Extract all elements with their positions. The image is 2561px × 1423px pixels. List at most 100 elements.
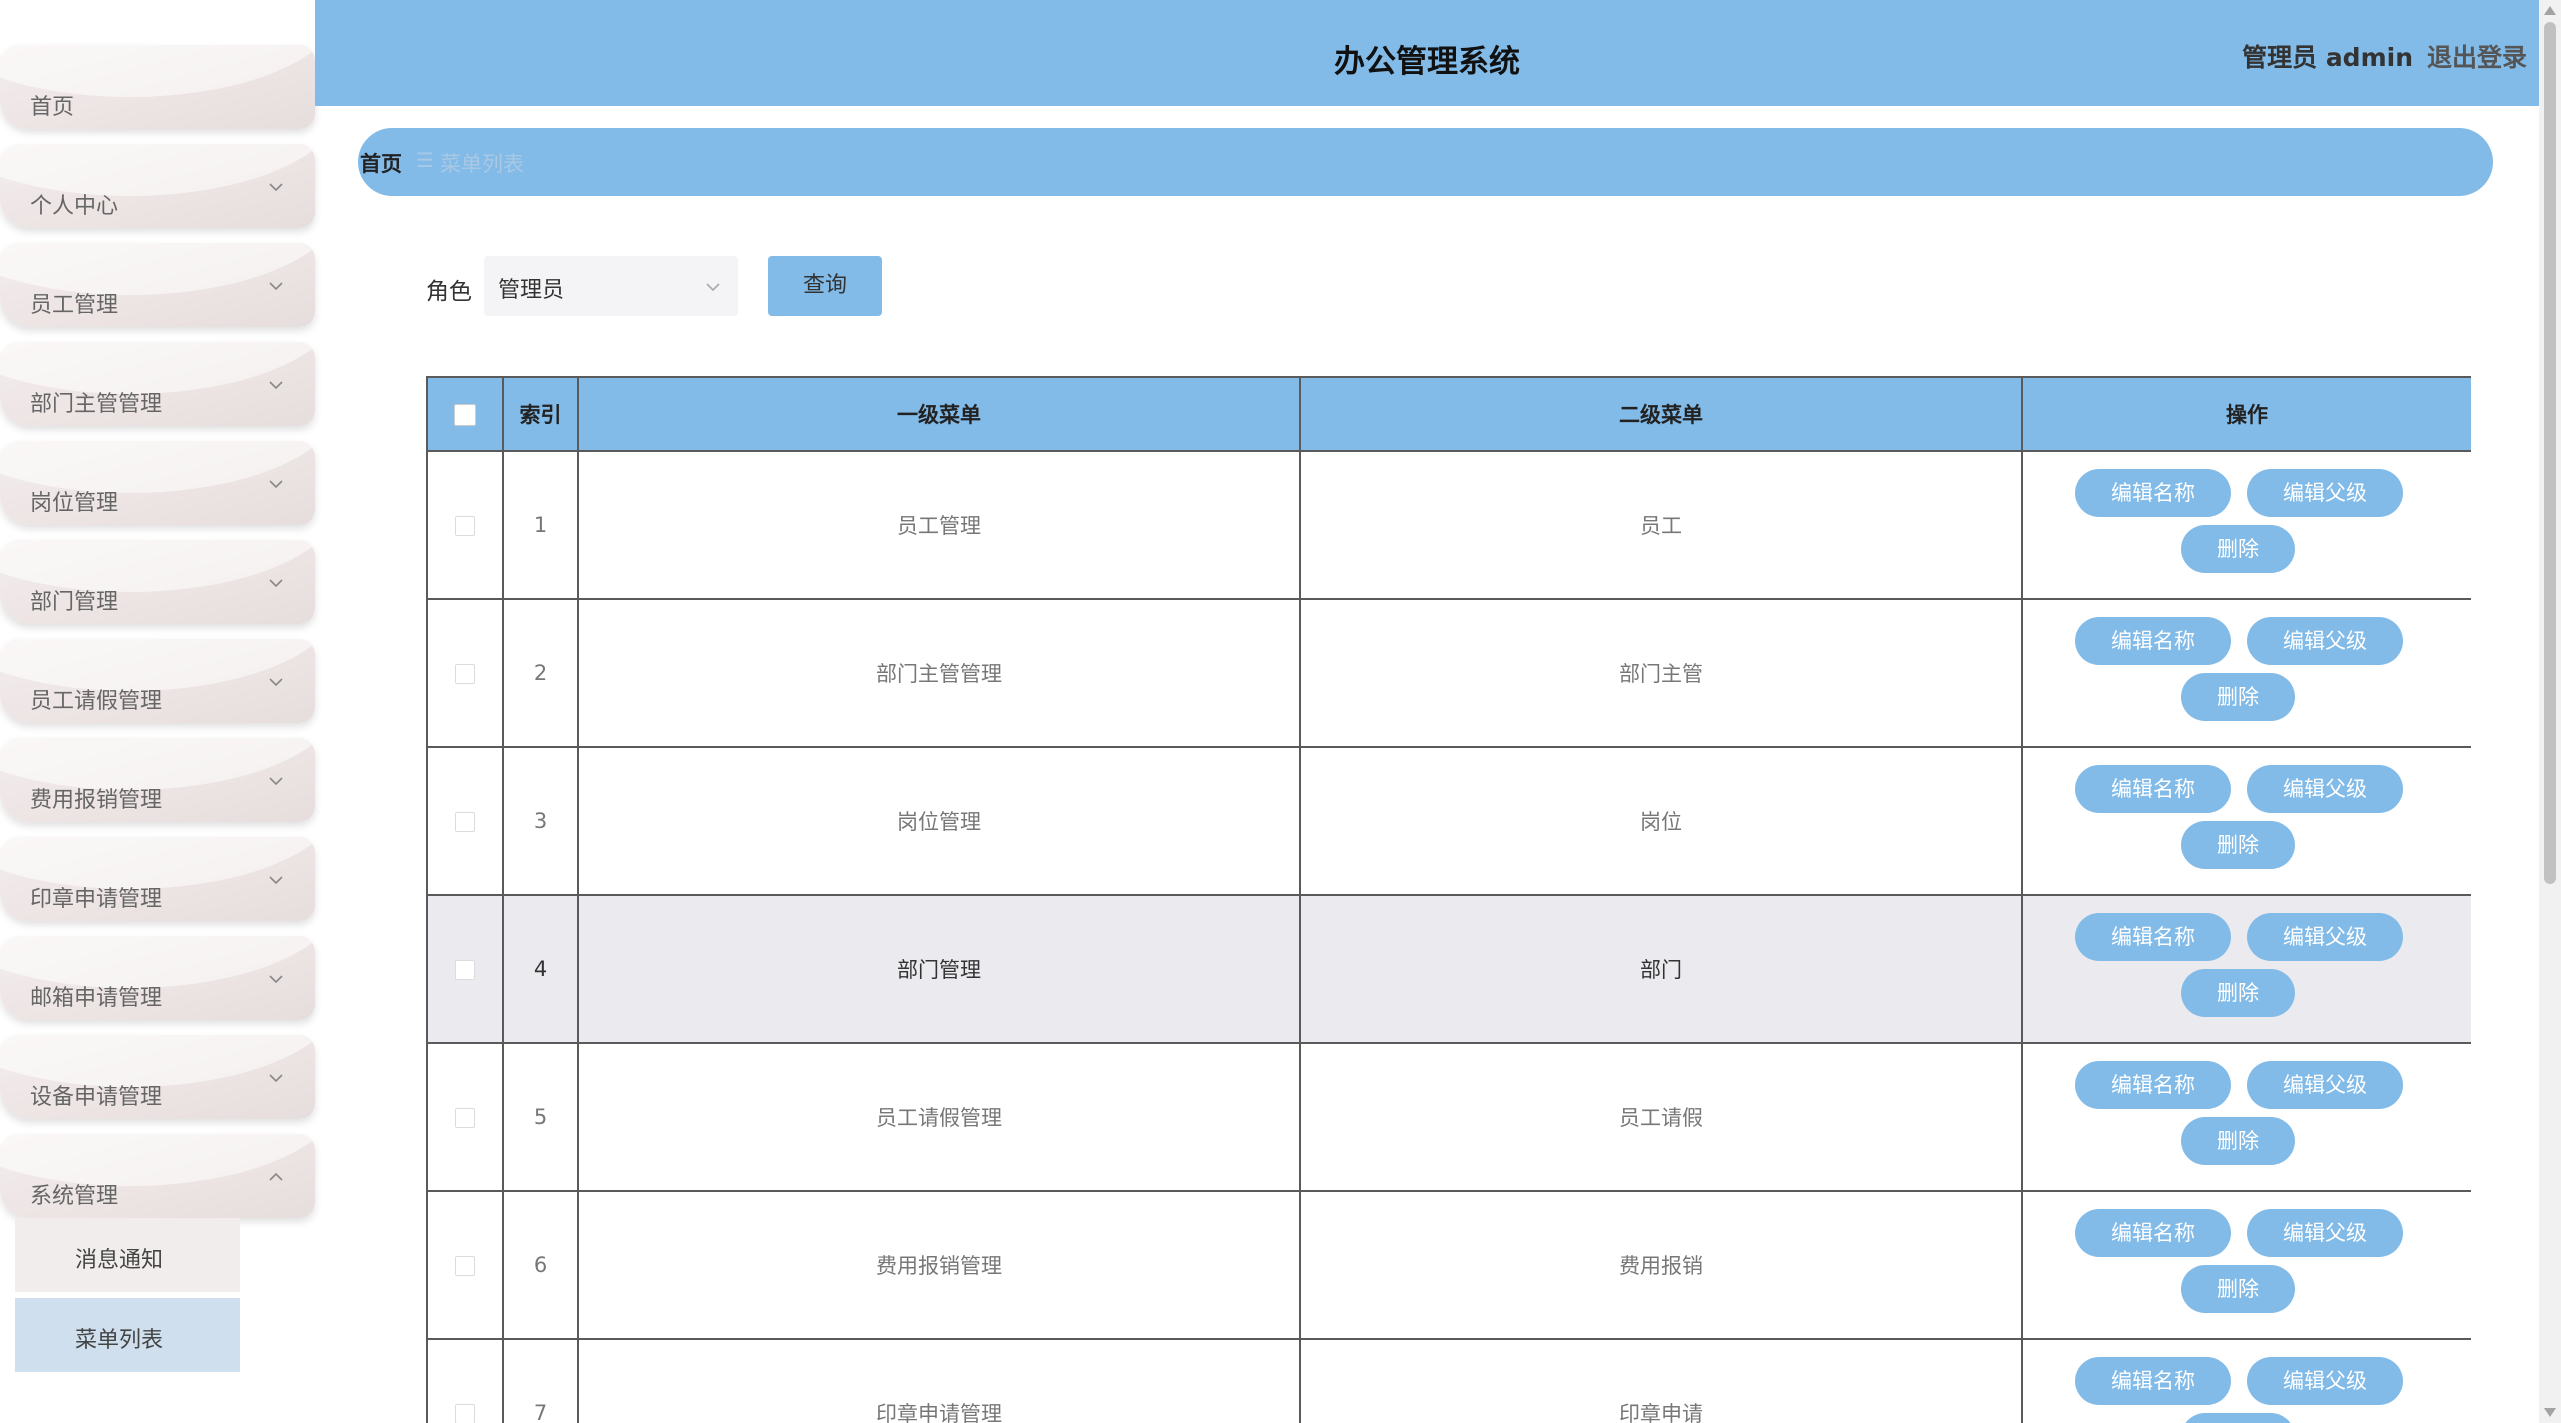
chevron-down-icon [269,183,283,192]
cell-menu-level1: 部门主管管理 [577,598,1301,748]
breadcrumb-current: 菜单列表 [440,152,524,176]
delete-button[interactable]: 删除 [2181,1265,2295,1313]
submenu-item-menu-list[interactable]: 菜单列表 [15,1298,240,1372]
edit-name-button[interactable]: 编辑名称 [2075,469,2231,517]
delete-button[interactable]: 删除 [2181,1413,2295,1423]
edit-name-button[interactable]: 编辑名称 [2075,1061,2231,1109]
chevron-down-icon [269,480,283,489]
breadcrumb-home[interactable]: 首页 [360,148,402,178]
cell-index: 7 [502,1338,579,1423]
edit-parent-button[interactable]: 编辑父级 [2247,469,2403,517]
row-checkbox[interactable] [455,1404,475,1423]
sidebar-item-department-management[interactable]: 部门管理 [0,540,315,624]
table-row: 2 部门主管管理 部门主管 编辑名称 编辑父级 删除 [426,598,2471,748]
edit-name-button[interactable]: 编辑名称 [2075,617,2231,665]
sidebar-item-dept-supervisor-management[interactable]: 部门主管管理 [0,342,315,426]
scroll-up-arrow-icon[interactable] [2544,6,2556,15]
delete-button[interactable]: 删除 [2181,821,2295,869]
edit-name-button[interactable]: 编辑名称 [2075,765,2231,813]
table-row: 1 员工管理 员工 编辑名称 编辑父级 删除 [426,450,2471,600]
submenu-item-label: 消息通知 [75,1248,164,1273]
chevron-up-icon [269,1172,283,1181]
row-checkbox[interactable] [455,812,475,832]
sidebar-item-leave-management[interactable]: 员工请假管理 [0,639,315,723]
top-header: 办公管理系统 管理员 admin 退出登录 [315,0,2539,106]
row-checkbox-cell [426,450,504,600]
role-select[interactable]: 管理员 [484,256,738,316]
header-index: 索引 [502,376,579,452]
delete-button[interactable]: 删除 [2181,525,2295,573]
cell-menu-level2: 费用报销 [1299,1190,2023,1340]
chevron-down-icon [269,777,283,786]
breadcrumb-separator-icon: ☰ [416,148,434,172]
sidebar-item-label: 邮箱申请管理 [30,986,163,1011]
table-row: 3 岗位管理 岗位 编辑名称 编辑父级 删除 [426,746,2471,896]
sidebar-item-label: 系统管理 [30,1184,119,1209]
cell-actions: 编辑名称 编辑父级 删除 [2021,1190,2471,1340]
cell-menu-level2: 岗位 [1299,746,2023,896]
sidebar-item-label: 员工管理 [30,293,119,318]
delete-button[interactable]: 删除 [2181,673,2295,721]
edit-parent-button[interactable]: 编辑父级 [2247,1061,2403,1109]
table-row: 5 员工请假管理 员工请假 编辑名称 编辑父级 删除 [426,1042,2471,1192]
row-checkbox[interactable] [455,516,475,536]
sidebar-item-label: 个人中心 [30,194,119,219]
edit-name-button[interactable]: 编辑名称 [2075,1209,2231,1257]
chevron-down-icon [269,876,283,885]
cell-actions: 编辑名称 编辑父级 删除 [2021,450,2471,600]
edit-parent-button[interactable]: 编辑父级 [2247,765,2403,813]
cell-menu-level2: 员工请假 [1299,1042,2023,1192]
edit-name-button[interactable]: 编辑名称 [2075,1357,2231,1405]
edit-name-button[interactable]: 编辑名称 [2075,913,2231,961]
edit-parent-button[interactable]: 编辑父级 [2247,1209,2403,1257]
sidebar-item-email-application[interactable]: 邮箱申请管理 [0,936,315,1020]
scroll-down-arrow-icon[interactable] [2544,1408,2556,1417]
submenu-item-label: 菜单列表 [75,1328,164,1353]
table-row: 7 印章申请管理 印章申请 编辑名称 编辑父级 删除 [426,1338,2471,1423]
chevron-down-icon [269,975,283,984]
row-checkbox[interactable] [455,1108,475,1128]
sidebar-item-label: 部门主管管理 [30,392,163,417]
scrollbar-thumb[interactable] [2544,22,2556,884]
sidebar-item-personal-center[interactable]: 个人中心 [0,144,315,228]
cell-menu-level2: 部门主管 [1299,598,2023,748]
chevron-down-icon [269,678,283,687]
chevron-down-icon [269,381,283,390]
delete-button[interactable]: 删除 [2181,1117,2295,1165]
cell-index: 3 [502,746,579,896]
logout-link[interactable]: 退出登录 [2427,38,2527,74]
role-select-value: 管理员 [498,278,565,303]
header-menu-level1: 一级菜单 [577,376,1301,452]
submenu-item-notifications[interactable]: 消息通知 [15,1218,240,1292]
cell-index: 1 [502,450,579,600]
sidebar-item-seal-application[interactable]: 印章申请管理 [0,837,315,921]
row-checkbox-cell [426,1338,504,1423]
chevron-down-icon [706,283,720,292]
row-checkbox[interactable] [455,664,475,684]
sidebar-item-position-management[interactable]: 岗位管理 [0,441,315,525]
edit-parent-button[interactable]: 编辑父级 [2247,617,2403,665]
breadcrumb: 首页 ☰ 菜单列表 [358,128,2493,196]
sidebar-item-expense-management[interactable]: 费用报销管理 [0,738,315,822]
sidebar-item-employee-management[interactable]: 员工管理 [0,243,315,327]
edit-parent-button[interactable]: 编辑父级 [2247,1357,2403,1405]
delete-button[interactable]: 删除 [2181,969,2295,1017]
chevron-down-icon [269,1074,283,1083]
sidebar-item-label: 印章申请管理 [30,887,163,912]
sidebar-item-label: 部门管理 [30,590,119,615]
row-checkbox[interactable] [455,1256,475,1276]
header-select-all [426,376,504,452]
row-checkbox[interactable] [455,960,475,980]
table-header-row: 索引 一级菜单 二级菜单 操作 [426,376,2471,452]
cell-menu-level1: 部门管理 [577,894,1301,1044]
cell-actions: 编辑名称 编辑父级 删除 [2021,746,2471,896]
sidebar-item-home[interactable]: 首页 [0,45,315,129]
query-button[interactable]: 查询 [768,256,882,316]
menu-table: 索引 一级菜单 二级菜单 操作 1 员工管理 员工 编辑名称 编辑父级 删除 2 [426,376,2471,1423]
edit-parent-button[interactable]: 编辑父级 [2247,913,2403,961]
sidebar-item-system-management[interactable]: 系统管理 [0,1134,315,1218]
sidebar-item-equipment-application[interactable]: 设备申请管理 [0,1035,315,1119]
page-scrollbar[interactable] [2539,0,2561,1423]
sidebar-item-label: 设备申请管理 [30,1085,163,1110]
select-all-checkbox[interactable] [454,404,476,426]
